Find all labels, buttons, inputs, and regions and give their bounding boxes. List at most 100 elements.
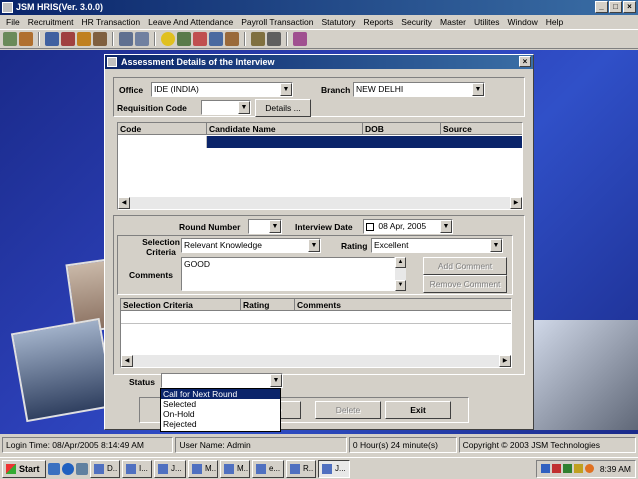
dialog-close-button[interactable]: × (519, 56, 531, 67)
volume-icon[interactable] (573, 464, 583, 473)
antivirus-icon[interactable] (551, 464, 561, 473)
settings-icon[interactable] (251, 32, 265, 46)
menu-help[interactable]: Help (542, 15, 567, 29)
chevron-down-icon[interactable]: ▼ (238, 101, 250, 114)
rating-select[interactable]: Excellent ▼ (371, 238, 503, 253)
menu-window[interactable]: Window (504, 15, 542, 29)
status-option-call-next-round[interactable]: Call for Next Round (161, 389, 280, 399)
task-button-active[interactable]: J... (318, 459, 350, 478)
criteria-grid[interactable]: Selection Criteria Rating Comments ◀ ▶ (120, 298, 512, 368)
remove-comment-button[interactable]: Remove Comment (423, 275, 507, 293)
col-rating: Rating (241, 299, 295, 311)
menu-leave-attendance[interactable]: Leave And Attendance (144, 15, 237, 29)
calendar-icon[interactable] (77, 32, 91, 46)
table-row[interactable] (207, 136, 522, 148)
details-button[interactable]: Details ... (255, 99, 311, 117)
maximize-button[interactable]: □ (609, 1, 622, 13)
scroll-right-icon[interactable]: ▶ (499, 355, 511, 367)
payroll-icon[interactable] (193, 32, 207, 46)
status-select[interactable]: ▼ (161, 373, 283, 388)
status-option-rejected[interactable]: Rejected (161, 419, 280, 429)
requisition-select[interactable]: ▼ (201, 100, 251, 115)
branch-value: NEW DELHI (356, 84, 404, 94)
scroll-up-icon[interactable]: ▲ (395, 257, 406, 268)
selection-criteria-select[interactable]: Relevant Knowledge ▼ (181, 238, 321, 253)
scroll-right-icon[interactable]: ▶ (510, 197, 522, 209)
candidate-grid[interactable]: Code Candidate Name DOB Source ◀ ▶ (117, 122, 523, 210)
close-button[interactable]: × (623, 1, 636, 13)
chevron-down-icon[interactable]: ▼ (280, 83, 292, 96)
print-icon[interactable] (267, 32, 281, 46)
status-dropdown-list[interactable]: Call for Next Round Selected On-Hold Rej… (160, 388, 281, 432)
menu-security[interactable]: Security (397, 15, 436, 29)
start-button[interactable]: Start (2, 459, 46, 478)
report-icon[interactable] (93, 32, 107, 46)
task-button[interactable]: R.. (286, 459, 316, 478)
interview-date-picker[interactable]: 08 Apr, 2005 ▼ (363, 219, 453, 234)
menu-statutory[interactable]: Statutory (318, 15, 360, 29)
chevron-down-icon[interactable]: ▼ (440, 220, 452, 233)
comments-textarea[interactable]: GOOD (181, 257, 395, 291)
transfer-icon[interactable] (225, 32, 239, 46)
toolbar-separator (38, 32, 40, 46)
task-button[interactable]: I... (122, 459, 152, 478)
branch-select[interactable]: NEW DELHI ▼ (353, 82, 485, 97)
clock: 8:39 AM (599, 463, 631, 474)
menu-reports[interactable]: Reports (360, 15, 398, 29)
task-button[interactable]: M.. (188, 459, 218, 478)
delete-button[interactable]: Delete (315, 401, 381, 419)
add-comment-button[interactable]: Add Comment (423, 257, 507, 275)
explorer-icon[interactable] (76, 462, 88, 475)
comments-vscrollbar[interactable]: ▲ ▼ (395, 257, 406, 291)
find-icon[interactable] (135, 32, 149, 46)
status-option-selected[interactable]: Selected (161, 399, 280, 409)
menu-file[interactable]: File (2, 15, 24, 29)
task-button[interactable]: J... (154, 459, 186, 478)
chevron-down-icon[interactable]: ▼ (270, 374, 282, 387)
criteria-hscrollbar[interactable]: ◀ ▶ (121, 355, 511, 367)
people-icon[interactable] (61, 32, 75, 46)
scroll-left-icon[interactable]: ◀ (121, 355, 133, 367)
network-icon[interactable] (540, 464, 550, 473)
chevron-down-icon[interactable]: ▼ (472, 83, 484, 96)
smiley-icon[interactable] (161, 32, 175, 46)
minimize-button[interactable]: _ (595, 1, 608, 13)
menu-utilites[interactable]: Utilites (470, 15, 504, 29)
tray-status-icon[interactable] (584, 464, 594, 473)
tools-icon[interactable] (45, 32, 59, 46)
user-icon[interactable] (19, 32, 33, 46)
task-button[interactable]: M.. (220, 459, 250, 478)
table-row[interactable] (121, 312, 511, 324)
attendance-icon[interactable] (209, 32, 223, 46)
candidate-hscrollbar[interactable]: ◀ ▶ (118, 197, 522, 209)
tray-app-icon[interactable] (562, 464, 572, 473)
help-icon[interactable] (293, 32, 307, 46)
dialog-icon (107, 57, 117, 67)
chevron-down-icon[interactable]: ▼ (490, 239, 502, 252)
leave-icon[interactable] (177, 32, 191, 46)
chevron-down-icon[interactable]: ▼ (269, 220, 281, 233)
status-option-on-hold[interactable]: On-Hold (161, 409, 280, 419)
browser-icon[interactable] (62, 462, 74, 475)
scroll-down-icon[interactable]: ▼ (395, 280, 406, 291)
menu-payroll-transaction[interactable]: Payroll Transaction (237, 15, 317, 29)
task-button[interactable]: D.. (90, 459, 120, 478)
desktop-icon[interactable] (48, 462, 60, 475)
scroll-left-icon[interactable]: ◀ (118, 197, 130, 209)
checkbox-icon[interactable] (366, 222, 374, 231)
menu-hr-transaction[interactable]: HR Transaction (78, 15, 145, 29)
exit-button[interactable]: Exit (385, 401, 451, 419)
branch-label: Branch (321, 85, 351, 95)
toolbar-separator (286, 32, 288, 46)
task-button[interactable]: e... (252, 459, 284, 478)
status-bar: Login Time: 08/Apr/2005 8:14:49 AM User … (0, 435, 638, 455)
grid-cell-code[interactable] (118, 136, 207, 148)
chevron-down-icon[interactable]: ▼ (308, 239, 320, 252)
menu-master[interactable]: Master (436, 15, 470, 29)
office-select[interactable]: IDE (INDIA) ▼ (151, 82, 293, 97)
rating-value: Excellent (374, 240, 409, 250)
search-icon[interactable] (119, 32, 133, 46)
menu-recruitment[interactable]: Recruitment (24, 15, 78, 29)
round-select[interactable]: ▼ (248, 219, 282, 234)
save-icon[interactable] (3, 32, 17, 46)
